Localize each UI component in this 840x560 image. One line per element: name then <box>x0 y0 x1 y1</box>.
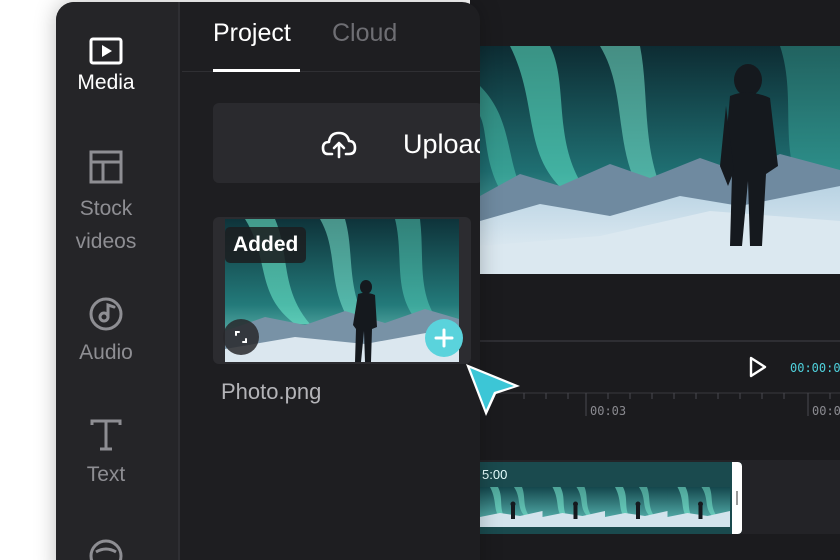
upload-label: Upload <box>403 129 480 159</box>
upload-button[interactable]: Upload <box>213 103 480 183</box>
sidebar-item-label: Text <box>86 463 126 486</box>
ruler-tick-label: 00:0 <box>812 404 840 418</box>
media-panel: Project Cloud Upload <box>182 2 480 560</box>
editor-area: 00:00:00 00:03 00:0 5:00 <box>470 0 840 560</box>
ruler-tick-label: 00:03 <box>590 404 627 418</box>
video-icon <box>89 37 123 65</box>
media-file-name: Photo.png <box>221 379 322 404</box>
cloud-upload-icon <box>321 131 357 159</box>
play-icon[interactable] <box>748 356 768 378</box>
sidebar-item-stock-videos[interactable]: Stock videos <box>56 150 156 258</box>
sticker-icon <box>89 539 123 560</box>
added-badge: Added <box>225 227 307 263</box>
tab-project[interactable]: Project <box>213 19 291 48</box>
playhead-timecode: 00:00:00 <box>790 361 840 375</box>
expand-button[interactable] <box>223 319 259 355</box>
video-preview[interactable] <box>480 46 840 274</box>
sidebar-item-text[interactable]: Text <box>56 418 156 491</box>
media-app-window: Media Stock videos Audio Text Project Cl… <box>56 2 480 560</box>
music-note-icon <box>89 297 123 331</box>
text-icon <box>90 419 122 451</box>
sidebar-item-stickers[interactable] <box>56 538 156 560</box>
player-divider <box>480 340 840 342</box>
layout-icon <box>89 150 123 184</box>
clip-trim-handle[interactable] <box>732 462 742 534</box>
media-thumbnail-card[interactable]: Added <box>213 217 471 364</box>
clip-filmstrip <box>480 487 730 527</box>
clip-duration: 5:00 <box>482 467 508 482</box>
sidebar-item-label: Audio <box>79 341 133 364</box>
mouse-pointer-icon <box>466 364 520 416</box>
preview-aurora-image <box>480 46 840 274</box>
timeline-ruler[interactable] <box>480 392 840 422</box>
sidebar-item-audio[interactable]: Audio <box>56 296 156 369</box>
active-tab-indicator <box>213 69 300 72</box>
timeline-clip[interactable]: 5:00 <box>480 462 742 534</box>
expand-icon <box>235 331 247 343</box>
sidebar-item-label: Media <box>77 71 135 94</box>
sidebar-item-label: Stock videos <box>75 197 137 253</box>
tab-cloud[interactable]: Cloud <box>332 19 397 48</box>
sidebar-item-media[interactable]: Media <box>56 36 156 99</box>
sidebar: Media Stock videos Audio Text <box>56 2 180 560</box>
add-to-timeline-button[interactable] <box>425 319 463 357</box>
plus-icon <box>434 328 454 348</box>
